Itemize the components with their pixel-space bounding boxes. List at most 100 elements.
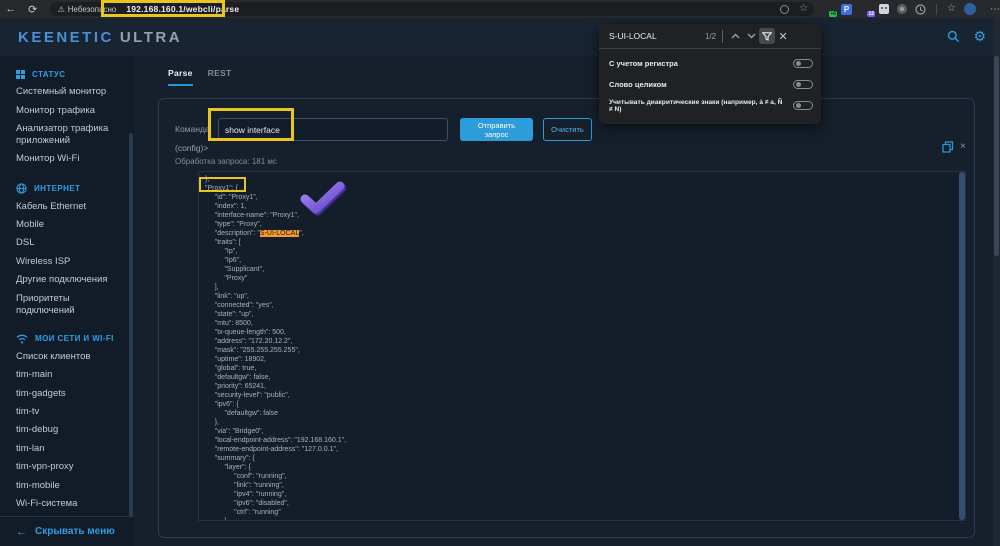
- sidebar-item[interactable]: tim-debug: [0, 421, 134, 439]
- profile-avatar[interactable]: [964, 3, 976, 15]
- favorites-icon[interactable]: ☆: [947, 3, 956, 15]
- output-line: "uptime": 18902,: [205, 355, 965, 364]
- processing-time-label: Обработка запроса: 181 мс: [175, 157, 277, 166]
- output-line: "index": 1,: [205, 202, 965, 211]
- robot-extension-icon[interactable]: [879, 4, 889, 14]
- sidebar-item[interactable]: Монитор трафика: [0, 101, 134, 119]
- history-icon[interactable]: [915, 4, 926, 15]
- output-scrollbar[interactable]: [959, 172, 965, 520]
- toggle-switch[interactable]: [793, 59, 813, 68]
- p-extension-icon[interactable]: P: [841, 4, 852, 15]
- browser-toolbar: ← ⟳ ⚠ Небезопасно 192.168.160.1/webcli/p…: [0, 0, 1000, 18]
- find-filter-icon[interactable]: [759, 28, 775, 44]
- sidebar-item[interactable]: tim-mobile: [0, 476, 134, 494]
- toggle-switch[interactable]: [793, 80, 813, 89]
- sidebar-item[interactable]: tim-lan: [0, 440, 134, 458]
- output-line: "ctrl": "running": [205, 508, 965, 517]
- sidebar-item[interactable]: Wireless ISP: [0, 253, 134, 271]
- section-title: МОИ СЕТИ И WI-FI: [35, 334, 114, 343]
- browser-menu-icon[interactable]: ⋯: [990, 4, 1000, 15]
- find-option-row: Учитывать диакритические знаки (например…: [609, 95, 813, 116]
- output-line: "ipv4": "running",: [205, 490, 965, 499]
- sidebar-item[interactable]: tim-tv: [0, 403, 134, 421]
- find-divider: [722, 30, 723, 43]
- settings-gear-icon[interactable]: ⚙: [973, 29, 986, 44]
- sidebar-item[interactable]: Приоритеты подключений: [0, 289, 134, 319]
- find-match-highlight: S-UI-LOCAL: [260, 230, 299, 237]
- sidebar-item[interactable]: Системный монитор: [0, 83, 134, 101]
- output-line: "mtu": 8500,: [205, 319, 965, 328]
- search-icon[interactable]: [947, 30, 960, 43]
- collapse-menu-button[interactable]: ← Скрывать меню: [0, 516, 134, 546]
- output-line: "address": "172.20.12.2",: [205, 337, 965, 346]
- output-line: "Ip",: [205, 247, 965, 256]
- copy-icon[interactable]: [942, 141, 954, 153]
- send-request-button[interactable]: Отправить запрос: [460, 118, 533, 141]
- keenetic-logo: KEENETICULTRA: [18, 29, 182, 46]
- sidebar-item[interactable]: tim-main: [0, 366, 134, 384]
- router-admin-page: KEENETICULTRA ⚙ СТАТУС Системный монитор…: [0, 18, 1000, 546]
- output-line: "Ip6",: [205, 256, 965, 265]
- tab-rest[interactable]: REST: [208, 68, 232, 86]
- sidebar-scrollbar[interactable]: [129, 133, 133, 531]
- security-label[interactable]: Небезопасно: [68, 5, 117, 14]
- clear-button[interactable]: Очистить: [543, 118, 592, 141]
- find-option-row: Слово целиком: [609, 74, 813, 95]
- find-option-label: Слово целиком: [609, 80, 673, 89]
- sidebar-item[interactable]: DSL: [0, 234, 134, 252]
- not-secure-icon: ⚠: [58, 5, 65, 14]
- sidebar-section-status: СТАТУС: [16, 70, 134, 79]
- sidebar-item[interactable]: Монитор Wi-Fi: [0, 150, 134, 168]
- find-next-icon[interactable]: [743, 28, 759, 44]
- sidebar-item[interactable]: tim-vpn-proxy: [0, 458, 134, 476]
- back-icon[interactable]: ←: [0, 3, 22, 15]
- networks-items: Список клиентовtim-maintim-gadgetstim-tv…: [0, 348, 134, 532]
- find-close-icon[interactable]: ✕: [775, 30, 791, 43]
- extensions-row: +6 P 12 ☆ ⋯: [822, 3, 1000, 15]
- output-line: "defaultgw": false,: [205, 373, 965, 382]
- output-line: },: [205, 418, 965, 427]
- adblock-extension-icon[interactable]: [897, 4, 907, 14]
- ghost-extension-icon[interactable]: +6: [822, 4, 833, 15]
- cli-output-code: },"Proxy1": { "id": "Proxy1", "index": 1…: [199, 172, 965, 521]
- output-line: },: [205, 175, 965, 184]
- output-line: "Proxy": [205, 274, 965, 283]
- app-header: KEENETICULTRA ⚙: [0, 18, 1000, 56]
- purple-extension-icon[interactable]: 12: [860, 4, 871, 15]
- output-line: "security-level": "public",: [205, 391, 965, 400]
- find-previous-icon[interactable]: [727, 28, 743, 44]
- screen: ← ⟳ ⚠ Небезопасно 192.168.160.1/webcli/p…: [0, 0, 1000, 546]
- url-text[interactable]: 192.168.160.1/webcli/parse: [126, 4, 239, 14]
- sidebar-item[interactable]: Другие подключения: [0, 271, 134, 289]
- address-bar[interactable]: ⚠ Небезопасно 192.168.160.1/webcli/parse…: [50, 2, 814, 16]
- status-grid-icon: [16, 70, 25, 79]
- reload-icon[interactable]: ⟳: [22, 3, 44, 16]
- section-title: ИНТЕРНЕТ: [34, 184, 80, 193]
- command-input[interactable]: [218, 118, 448, 141]
- internet-items: Кабель EthernetMobileDSLWireless ISPДруг…: [0, 198, 134, 320]
- output-line: "ipv6": {: [205, 400, 965, 409]
- sidebar-item[interactable]: Анализатор трафика приложений: [0, 120, 134, 150]
- sidebar-item[interactable]: Список клиентов: [0, 348, 134, 366]
- extension-badge: 12: [867, 11, 875, 17]
- tab-parse[interactable]: Parse: [168, 68, 193, 86]
- bookmark-star-icon[interactable]: ☆: [799, 3, 808, 15]
- output-line: "interface-name": "Proxy1",: [205, 211, 965, 220]
- page-info-icon[interactable]: [780, 5, 789, 14]
- output-line: "id": "Proxy1",: [205, 193, 965, 202]
- page-scrollbar[interactable]: [993, 18, 1000, 546]
- sidebar-item[interactable]: Mobile: [0, 216, 134, 234]
- output-line: "defaultgw": false: [205, 409, 965, 418]
- webcli-content: Parse REST Команда Отправить запрос Очис…: [140, 56, 994, 546]
- page-scrollbar-thumb[interactable]: [994, 56, 999, 256]
- sidebar-item[interactable]: Кабель Ethernet: [0, 198, 134, 216]
- close-output-icon[interactable]: ×: [960, 141, 966, 153]
- output-line: "state": "up",: [205, 310, 965, 319]
- find-input[interactable]: [609, 31, 705, 41]
- sidebar-item[interactable]: tim-gadgets: [0, 385, 134, 403]
- webcli-tabs: Parse REST: [168, 68, 232, 86]
- toggle-switch[interactable]: [793, 101, 813, 110]
- wifi-icon: [16, 334, 28, 344]
- output-line: "remote-endpoint-address": "127.0.0.1",: [205, 445, 965, 454]
- sidebar-item[interactable]: Wi-Fi-система: [0, 495, 134, 513]
